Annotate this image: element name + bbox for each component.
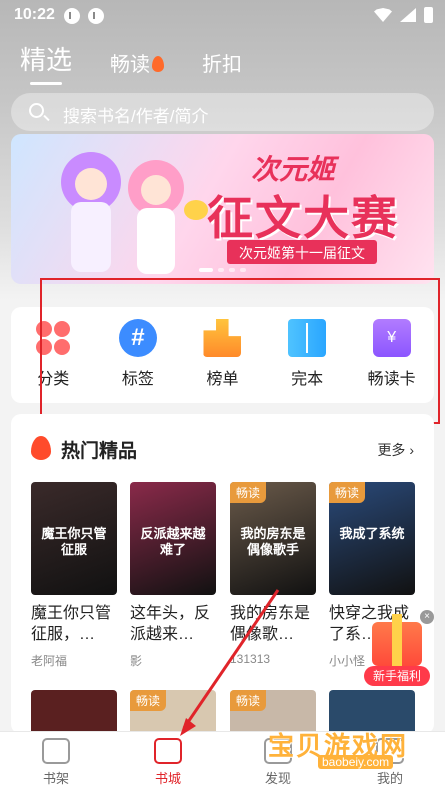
annotation-arrow [180,589,280,736]
arrow-line [182,589,280,729]
arrow-head [180,718,196,736]
watermark-url: baobeiy.com [318,755,394,769]
